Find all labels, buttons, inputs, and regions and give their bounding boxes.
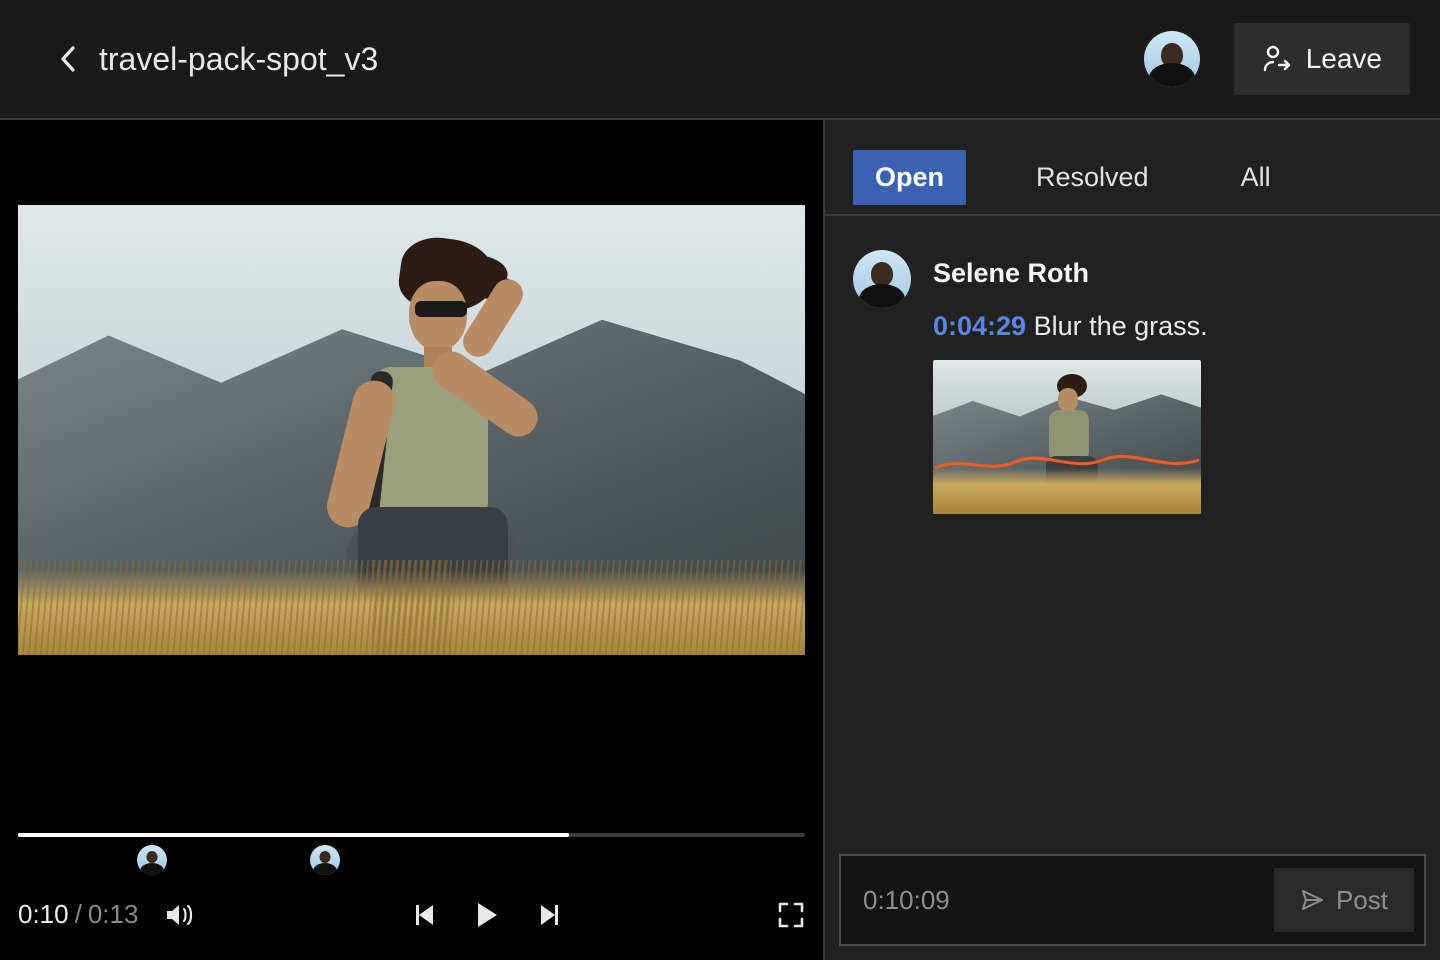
time-total: 0:13 (88, 899, 139, 930)
main-content: 0:10 / 0:13 (0, 120, 1440, 960)
time-current: 0:10 (18, 899, 69, 930)
step-back-icon (413, 902, 441, 928)
leave-button-label: Leave (1306, 43, 1382, 75)
play-button[interactable] (475, 901, 499, 929)
annotation-stroke-icon (933, 454, 1201, 474)
comment-list: Selene Roth 0:04:29 Blur the grass. (825, 216, 1440, 854)
step-forward-icon (533, 902, 561, 928)
comment-avatar[interactable] (853, 250, 911, 308)
video-pane: 0:10 / 0:13 (0, 120, 825, 960)
back-button[interactable] (55, 46, 81, 72)
tab-all[interactable]: All (1219, 150, 1293, 205)
play-icon (475, 901, 499, 929)
post-button[interactable]: Post (1274, 868, 1414, 932)
leave-icon (1262, 44, 1292, 74)
post-button-label: Post (1336, 885, 1388, 916)
volume-icon (164, 900, 196, 930)
comment-thumbnail[interactable] (933, 360, 1201, 514)
transport-bar: 0:10 / 0:13 (0, 881, 823, 960)
composer-timecode: 0:10:09 (863, 885, 1274, 916)
scrubber-markers (18, 837, 805, 881)
chevron-left-icon (59, 45, 77, 73)
comment-author: Selene Roth (933, 258, 1412, 289)
comment-composer[interactable]: 0:10:09 Post (839, 854, 1426, 946)
send-icon (1300, 888, 1324, 912)
timeline-marker[interactable] (137, 845, 167, 875)
fullscreen-icon (777, 901, 805, 929)
fullscreen-button[interactable] (777, 901, 805, 929)
file-title: travel-pack-spot_v3 (99, 41, 1144, 78)
app-header: travel-pack-spot_v3 Leave (0, 0, 1440, 120)
comment-tabs: Open Resolved All (825, 120, 1440, 216)
video-frame[interactable] (18, 205, 805, 655)
step-forward-button[interactable] (533, 902, 561, 928)
step-back-button[interactable] (413, 902, 441, 928)
comments-pane: Open Resolved All Selene Roth 0:04:29 Blur… (825, 120, 1440, 960)
user-avatar[interactable] (1144, 31, 1200, 87)
volume-button[interactable] (164, 900, 196, 930)
comment-item: Selene Roth 0:04:29 Blur the grass. (853, 250, 1412, 514)
comment-text: Blur the grass. (1034, 311, 1208, 341)
video-scrubber[interactable] (18, 833, 805, 881)
comment-timecode[interactable]: 0:04:29 (933, 311, 1026, 341)
tab-open[interactable]: Open (853, 150, 966, 205)
time-separator: / (75, 899, 82, 930)
tab-resolved[interactable]: Resolved (1014, 150, 1171, 205)
timeline-marker[interactable] (310, 845, 340, 875)
leave-button[interactable]: Leave (1234, 23, 1410, 95)
